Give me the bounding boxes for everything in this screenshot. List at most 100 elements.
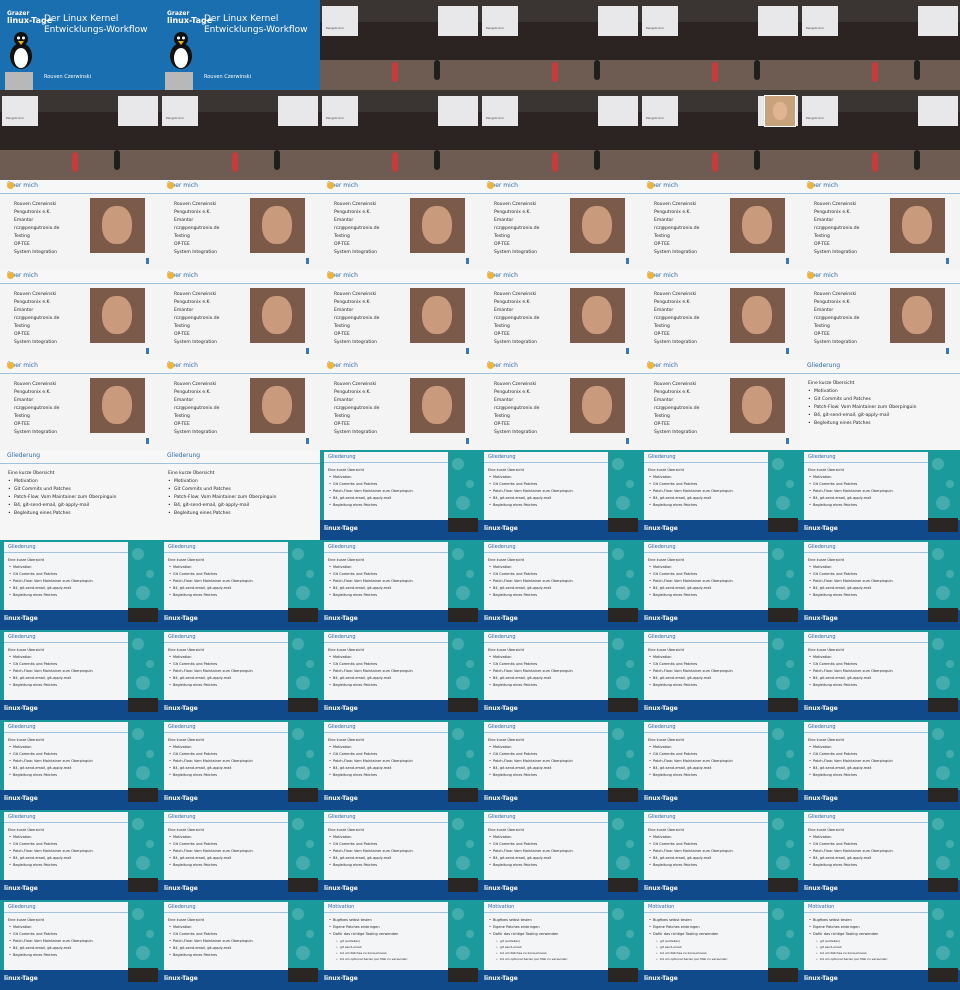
- slide-thumbnail: Über mich Rouven Czerwinski Pengutronix e.…: [640, 180, 800, 270]
- outline-item: Begleitung eines Patches: [8, 511, 71, 516]
- lectern: [928, 608, 958, 622]
- outline-item: Patch-Flow: Vom Maintainer zum Oberpingu…: [649, 759, 733, 763]
- slide-thumbnail: Grazer linux-Tage Der Linux Kernel Entwickl…: [160, 0, 320, 90]
- motivation-item: Dafür das richtige Tooling verwenden: [329, 932, 398, 936]
- about-line: Emantor: [14, 218, 34, 223]
- lectern: [928, 788, 958, 802]
- slide-thumbnail: Gliederung Eine kurze Übersicht Motivation…: [640, 720, 800, 810]
- speaker-photo: [90, 288, 145, 343]
- about-line: OP-TEE: [654, 332, 670, 337]
- motivation-item: Eigene Patches einbringen: [329, 925, 380, 929]
- about-line: Pengutronix e.K.: [174, 390, 211, 395]
- outline-item: Begleitung eines Patches: [169, 683, 217, 687]
- about-line: Rouven Czerwinski: [14, 292, 57, 297]
- slide-footer: linux-Tage: [320, 608, 480, 630]
- motivation-item: Eigene Patches einbringen: [649, 925, 700, 929]
- outline-item: Git Commits und Patches: [329, 752, 377, 756]
- bubble: [136, 946, 150, 960]
- outline-item: Begleitung eines Patches: [9, 773, 57, 777]
- about-line: Rouven Czerwinski: [494, 292, 537, 297]
- slide-heading: Gliederung: [807, 362, 841, 369]
- motivation-subitem: b4 um optional Serien per Mail zu versen…: [336, 957, 407, 961]
- stage-floor: [320, 60, 480, 90]
- about-line: rcz@pengutronix.de: [654, 406, 700, 411]
- outline-item: Git Commits und Patches: [809, 752, 857, 756]
- outline-subtitle: Eine kurze Übersicht: [8, 828, 45, 832]
- outline-item: Git Commits und Patches: [9, 932, 57, 936]
- slide-window: Gliederung Eine kurze Übersicht Motivation…: [164, 542, 288, 610]
- bubble: [626, 750, 634, 758]
- outline-item: Motivation: [329, 745, 352, 749]
- outline-item: Patch-Flow: Vom Maintainer zum Oberpingu…: [329, 579, 413, 583]
- about-line: System Integration: [494, 250, 538, 255]
- about-line: Testing: [334, 414, 350, 419]
- slide-header: Gliederung: [164, 902, 288, 913]
- outline-item: Motivation: [489, 475, 512, 479]
- slide-logo-mark: [626, 438, 629, 444]
- slide-header: Über mich: [640, 180, 800, 194]
- slide-window: Gliederung Eine kurze Übersicht Motivation…: [4, 722, 128, 790]
- slide-header: Über mich: [800, 180, 960, 194]
- projection-screen-right: [598, 96, 638, 126]
- slide-footer: linux-Tage: [160, 968, 320, 990]
- speaker-photo: [730, 288, 785, 343]
- motivation-subitem: git send-email: [816, 945, 842, 949]
- projection-screen-right: [598, 6, 638, 36]
- about-line: Pengutronix e.K.: [334, 300, 371, 305]
- slide-logo-mark: [466, 438, 469, 444]
- slide-header: Über mich: [0, 360, 160, 374]
- slide-logo-mark: [466, 258, 469, 264]
- about-line: OP-TEE: [334, 242, 350, 247]
- outline-item: B4, git-send-email, git-apply-mail: [169, 766, 231, 770]
- slide-footer: linux-Tage: [640, 968, 800, 990]
- slide-heading: Gliederung: [648, 814, 676, 820]
- outline-item: Begleitung eines Patches: [9, 683, 57, 687]
- outline-item: Patch-Flow: Vom Maintainer zum Oberpingu…: [329, 669, 413, 673]
- slide-header: Gliederung: [804, 812, 928, 823]
- speaker-face: [422, 296, 452, 334]
- about-line: Emantor: [814, 308, 834, 313]
- stone-pedestal: [5, 72, 33, 90]
- lectern: [288, 878, 318, 892]
- outline-item: Patch-Flow: Vom Maintainer zum Oberpingu…: [169, 759, 253, 763]
- speaker-face: [262, 206, 292, 244]
- slide-title-line2: Entwicklungs-Workflow: [44, 25, 148, 35]
- moderator: [914, 60, 920, 80]
- lectern: [928, 518, 958, 532]
- lectern: [608, 968, 638, 982]
- webcam-face: [773, 102, 787, 120]
- lectern: [768, 788, 798, 802]
- bubble: [292, 908, 304, 920]
- moderator: [754, 150, 760, 170]
- slide-thumbnail: Pengutronix: [320, 90, 480, 180]
- outline-item: Begleitung eines Patches: [809, 593, 857, 597]
- outline-item: Begleitung eines Patches: [329, 503, 377, 507]
- lectern: [928, 698, 958, 712]
- projection-screen-right: [438, 96, 478, 126]
- outline-item: Begleitung eines Patches: [329, 593, 377, 597]
- footer-logo: linux-Tage: [484, 705, 518, 712]
- slide-thumbnail: Pengutronix: [480, 0, 640, 90]
- slide-thumbnail: Über mich Rouven Czerwinski Pengutronix e.…: [320, 270, 480, 360]
- emoji-icon: [647, 272, 654, 279]
- about-line: rcz@pengutronix.de: [14, 226, 60, 231]
- slide-thumbnail: Gliederung Eine kurze Übersicht Motivation…: [800, 360, 960, 450]
- slide-header: Motivation: [644, 902, 768, 913]
- slide-footer: linux-Tage: [0, 968, 160, 990]
- lectern: [608, 518, 638, 532]
- outline-item: Patch-Flow: Vom Maintainer zum Oberpingu…: [489, 849, 573, 853]
- contact-sheet-grid: Grazer linux-Tage Der Linux Kernel Entwickl…: [0, 0, 960, 990]
- slide-heading: Gliederung: [168, 724, 196, 730]
- outline-subtitle: Eine kurze Übersicht: [488, 738, 525, 742]
- outline-item: B4, git-send-email, git-apply-mail: [649, 586, 711, 590]
- slide-header: Über mich: [160, 360, 320, 374]
- bubble: [626, 660, 634, 668]
- slide-heading: Gliederung: [168, 544, 196, 550]
- outline-item: Patch-Flow: Vom Maintainer zum Oberpingu…: [168, 495, 277, 500]
- outline-subtitle: Eine kurze Übersicht: [488, 648, 525, 652]
- about-line: OP-TEE: [334, 332, 350, 337]
- slide-thumbnail: Über mich Rouven Czerwinski Pengutronix e.…: [160, 180, 320, 270]
- emoji-icon: [167, 272, 174, 279]
- outline-item: B4, git-send-email, git-apply-mail: [329, 856, 391, 860]
- lectern: [928, 968, 958, 982]
